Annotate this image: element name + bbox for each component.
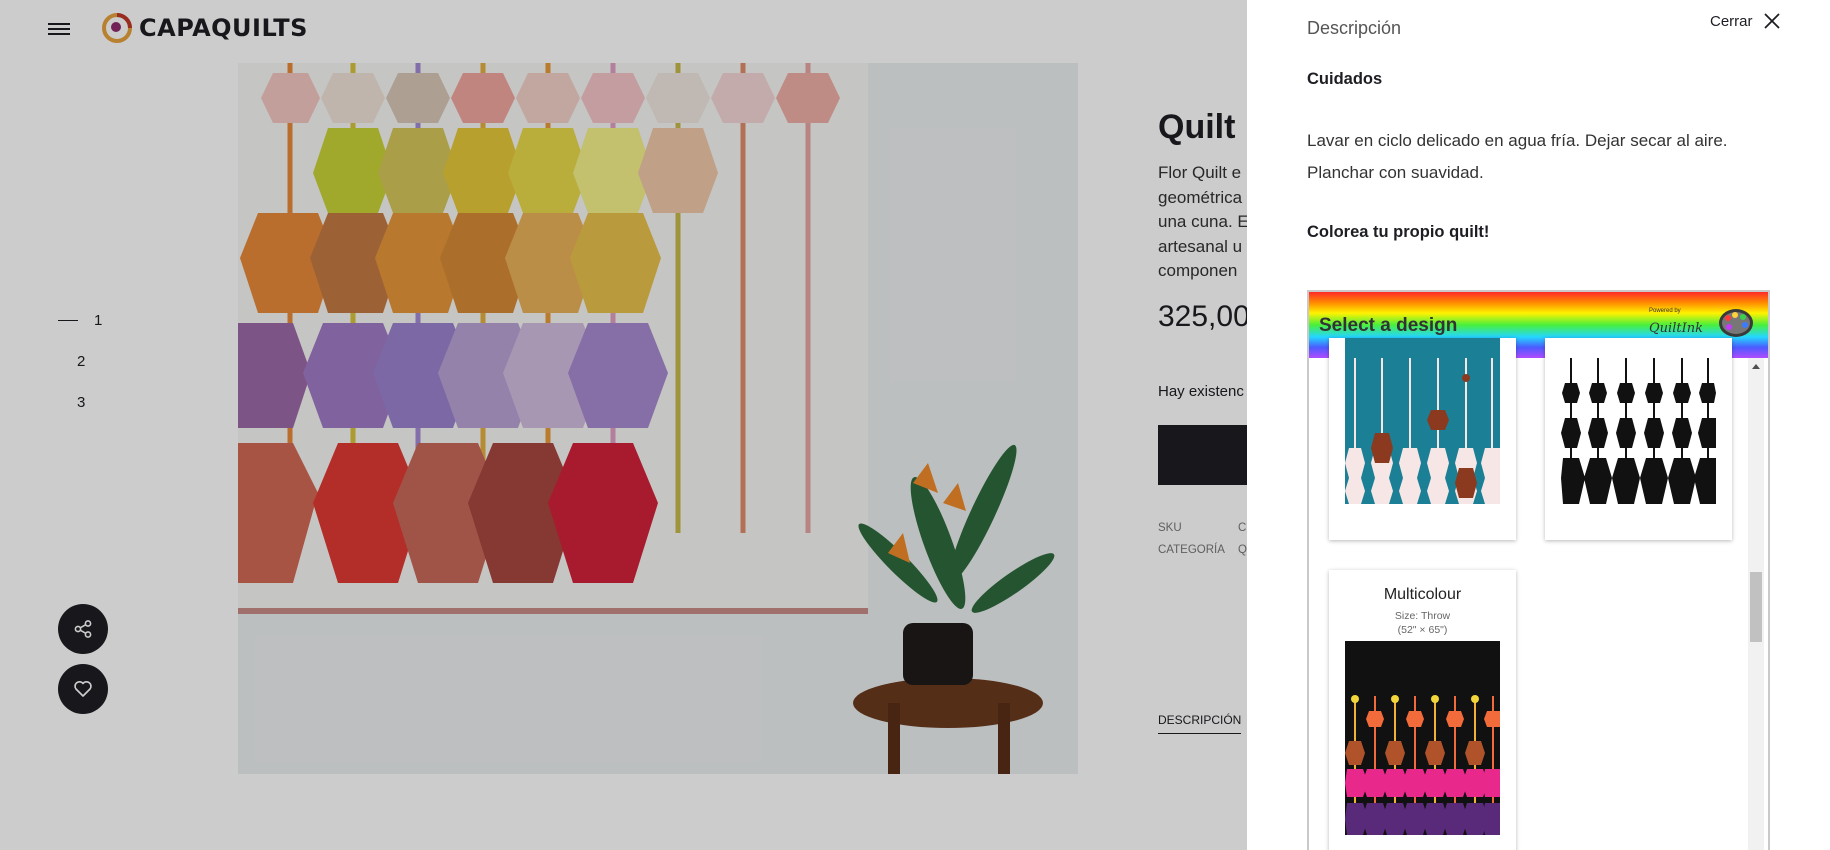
select-design-label: Select a design xyxy=(1319,315,1458,336)
quiltink-brand: QuiltInk xyxy=(1649,321,1703,336)
design-size: Size: Throw xyxy=(1394,610,1451,622)
design-card[interactable] xyxy=(1545,338,1732,540)
design-dimensions: (52" × 65") xyxy=(1397,624,1448,636)
panel-title: Descripción xyxy=(1307,18,1402,38)
design-thumbnail xyxy=(1561,338,1716,504)
design-card-multicolour[interactable]: Multicolour Size: Throw (52" × 65") xyxy=(1329,570,1516,850)
scrollbar-thumb[interactable] xyxy=(1750,572,1762,642)
widget-scrollbar[interactable] xyxy=(1748,358,1764,850)
design-card[interactable] xyxy=(1329,338,1516,540)
design-title: Multicolour xyxy=(1383,586,1462,603)
care-text: Lavar en ciclo delicado en agua fría. De… xyxy=(1307,131,1728,182)
quiltink-design-widget: Select a design Powered by QuiltInk Mult… xyxy=(1307,290,1770,850)
close-button[interactable]: Cerrar xyxy=(1710,12,1781,30)
description-panel: Descripción Cerrar Cuidados Lavar en cic… xyxy=(1247,0,1830,850)
close-label: Cerrar xyxy=(1710,12,1753,30)
powered-by-label: Powered by xyxy=(1649,308,1681,314)
design-thumbnail xyxy=(1345,641,1500,835)
scroll-up-arrow-icon[interactable] xyxy=(1752,364,1760,369)
palette-icon xyxy=(1719,309,1753,337)
close-icon xyxy=(1763,13,1780,29)
design-thumbnail xyxy=(1345,338,1500,504)
care-title: Cuidados xyxy=(1307,70,1383,88)
panel-body: Cuidados Lavar en ciclo delicado en agua… xyxy=(1307,70,1777,242)
modal-backdrop[interactable] xyxy=(0,0,1247,850)
color-your-quilt-title: Colorea tu propio quilt! xyxy=(1307,223,1490,241)
